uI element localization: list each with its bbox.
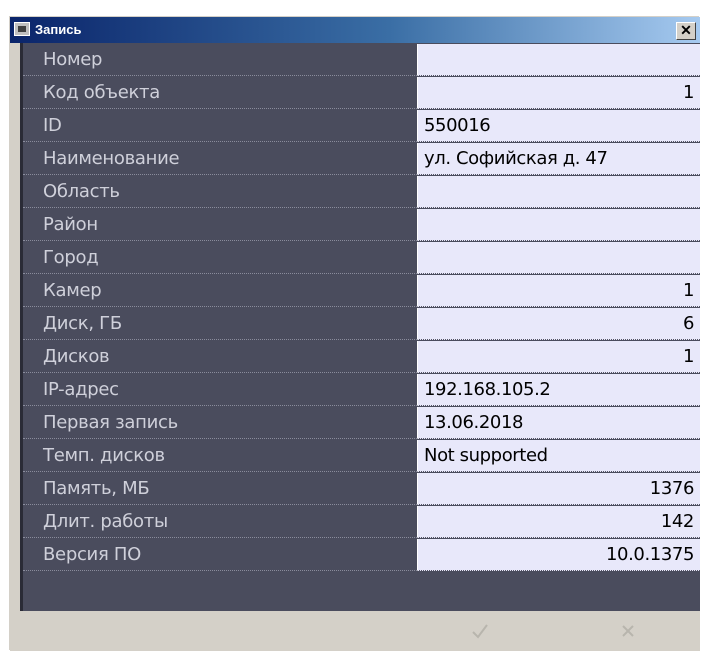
field-value[interactable]: 1 [417, 275, 700, 307]
window-title: Запись [35, 22, 82, 37]
field-label: Район [23, 209, 417, 241]
close-button[interactable]: ✕ [676, 22, 696, 40]
field-value[interactable]: Not supported [417, 440, 700, 472]
grid-row[interactable]: Номер [23, 44, 700, 77]
field-label: Номер [23, 44, 417, 76]
grid-row[interactable]: Диск, ГБ 6 [23, 308, 700, 341]
field-value[interactable] [417, 44, 700, 76]
cancel-button[interactable] [613, 617, 643, 645]
grid-row[interactable]: Дисков 1 [23, 341, 700, 374]
field-label: Город [23, 242, 417, 274]
grid-row[interactable]: Область [23, 176, 700, 209]
field-label: Дисков [23, 341, 417, 373]
record-dialog: Запись ✕ Номер Код объекта 1 ID 550016 Наимен… [9, 16, 700, 651]
field-value[interactable]: 142 [417, 506, 700, 538]
grid-bottom-border [20, 603, 700, 611]
field-value[interactable]: 192.168.105.2 [417, 374, 700, 406]
field-label: Версия ПО [23, 539, 417, 571]
field-value[interactable]: 1 [417, 77, 700, 109]
field-label: Темп. дисков [23, 440, 417, 472]
field-label: Первая запись [23, 407, 417, 439]
grid-row[interactable]: Камер 1 [23, 275, 700, 308]
field-label: Камер [23, 275, 417, 307]
grid-row[interactable]: Наименование ул. Софийская д. 47 [23, 143, 700, 176]
grid-row[interactable]: IP-адрес 192.168.105.2 [23, 374, 700, 407]
field-value[interactable]: 10.0.1375 [417, 539, 700, 571]
field-value[interactable]: ул. Софийская д. 47 [417, 143, 700, 175]
ok-button[interactable] [465, 617, 495, 645]
button-bar [10, 611, 700, 651]
property-grid: Номер Код объекта 1 ID 550016 Наименование ул.… [20, 43, 700, 603]
grid-row[interactable]: Район [23, 209, 700, 242]
checkmark-icon [472, 624, 488, 639]
grid-row[interactable]: Код объекта 1 [23, 77, 700, 110]
field-value[interactable]: 1376 [417, 473, 700, 505]
grid-row[interactable]: Память, МБ 1376 [23, 473, 700, 506]
field-value[interactable]: 550016 [417, 110, 700, 142]
field-label: Память, МБ [23, 473, 417, 505]
field-label: ID [23, 110, 417, 142]
field-value[interactable]: 13.06.2018 [417, 407, 700, 439]
cross-icon [622, 625, 634, 637]
grid-row[interactable]: Город [23, 242, 700, 275]
field-value[interactable]: 6 [417, 308, 700, 340]
field-label: IP-адрес [23, 374, 417, 406]
field-value[interactable]: 1 [417, 341, 700, 373]
grid-row[interactable]: Длит. работы 142 [23, 506, 700, 539]
field-label: Область [23, 176, 417, 208]
field-value[interactable] [417, 209, 700, 241]
grid-row[interactable]: Темп. дисков Not supported [23, 440, 700, 473]
field-label: Диск, ГБ [23, 308, 417, 340]
field-label: Длит. работы [23, 506, 417, 538]
field-label: Наименование [23, 143, 417, 175]
window-app-icon [14, 22, 30, 36]
field-value[interactable] [417, 242, 700, 274]
grid-row[interactable]: Версия ПО 10.0.1375 [23, 539, 700, 572]
grid-row[interactable]: ID 550016 [23, 110, 700, 143]
title-bar[interactable]: Запись ✕ [10, 17, 700, 43]
field-value[interactable] [417, 176, 700, 208]
field-label: Код объекта [23, 77, 417, 109]
grid-row[interactable]: Первая запись 13.06.2018 [23, 407, 700, 440]
